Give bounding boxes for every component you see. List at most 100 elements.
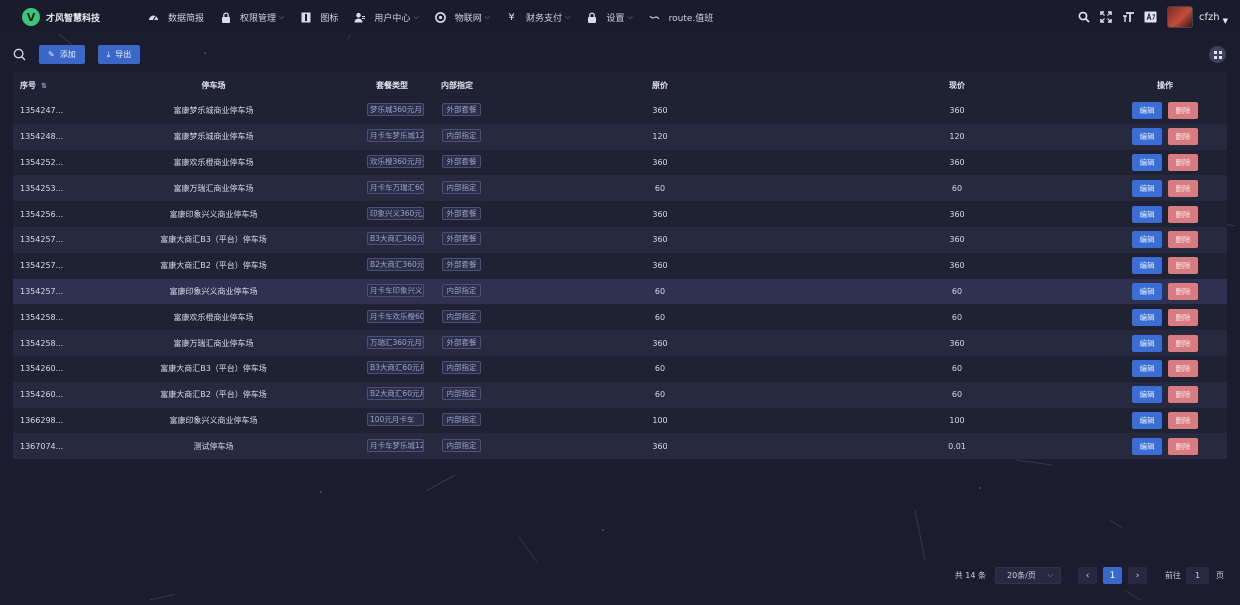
nav-item-settings[interactable]: 设置 ⌵ bbox=[578, 0, 640, 34]
cell-actions: 编辑 删除 bbox=[1103, 179, 1227, 197]
edit-button[interactable]: 编辑 bbox=[1132, 282, 1162, 300]
edit-button[interactable]: 编辑 bbox=[1132, 308, 1162, 326]
edit-button[interactable]: 编辑 bbox=[1132, 386, 1162, 404]
language-icon[interactable] bbox=[1143, 10, 1157, 24]
package-type-tag: 月卡车欢乐橙60 bbox=[367, 309, 424, 323]
designation-tag: 外部套餐 bbox=[442, 154, 481, 168]
delete-button[interactable]: 删除 bbox=[1168, 437, 1198, 455]
fullscreen-icon[interactable] bbox=[1099, 10, 1113, 24]
delete-button[interactable]: 删除 bbox=[1168, 179, 1198, 197]
delete-button[interactable]: 删除 bbox=[1168, 282, 1198, 300]
cell-original-price: 360 bbox=[652, 261, 668, 271]
add-button[interactable]: ✎ 添加 bbox=[39, 45, 85, 64]
nav-item-duty[interactable]: route.值班 bbox=[641, 0, 722, 34]
cell-actions: 编辑 删除 bbox=[1103, 153, 1227, 171]
cell-lot: 富康印象兴义商业停车场 bbox=[169, 286, 258, 296]
edit-button[interactable]: 编辑 bbox=[1132, 334, 1162, 352]
cell-current-price: 360 bbox=[949, 338, 965, 348]
table-row[interactable]: 1354258... 富康欢乐橙商业停车场 月卡车欢乐橙60 内部指定 60 60 编辑 删除 bbox=[13, 304, 1227, 331]
page-size-select[interactable]: 20条/页 ⌵ bbox=[995, 567, 1061, 584]
nav-label: 权限管理 bbox=[240, 13, 277, 24]
table-row[interactable]: 1366298... 富康印象兴义商业停车场 100元月卡车 内部指定 100 100 编辑… bbox=[13, 407, 1227, 434]
delete-button[interactable]: 删除 bbox=[1168, 411, 1198, 429]
cell-lot: 富康欢乐橙商业停车场 bbox=[173, 157, 254, 167]
edit-button[interactable]: 编辑 bbox=[1132, 102, 1162, 120]
table-row[interactable]: 1354247... 富康梦乐城商业停车场 梦乐城360元月卡 外部套餐 360 360 编… bbox=[13, 98, 1227, 124]
table-row[interactable]: 1354256... 富康印象兴义商业停车场 印象兴义360元月卡 外部套餐 360 36… bbox=[13, 201, 1227, 227]
cell-original-price: 360 bbox=[652, 209, 668, 219]
delete-button[interactable]: 删除 bbox=[1168, 128, 1198, 146]
search-toggle-icon[interactable] bbox=[12, 48, 26, 62]
edit-button[interactable]: 编辑 bbox=[1132, 179, 1162, 197]
cell-id: 1354260... bbox=[20, 390, 64, 400]
delete-button[interactable]: 删除 bbox=[1168, 308, 1198, 326]
caret-down-icon[interactable]: ▼ bbox=[1223, 17, 1228, 25]
username[interactable]: cfzh bbox=[1199, 12, 1220, 23]
table-row[interactable]: 1354253... 富康万瑞汇商业停车场 月卡车万瑞汇60 内部指定 60 60 编辑 删除 bbox=[13, 175, 1227, 202]
nav-item-permissions[interactable]: 权限管理 ⌵ bbox=[212, 0, 292, 34]
nav-item-iot[interactable]: 物联网 ⌵ bbox=[427, 0, 498, 34]
table-row[interactable]: 1354260... 富康大商汇B2（平台）停车场 B2大商汇60元月卡 内部指定 60… bbox=[13, 381, 1227, 408]
nav-item-dashboard[interactable]: 数据简报 bbox=[140, 0, 212, 34]
avatar[interactable] bbox=[1167, 6, 1193, 28]
cell-type: B2大商汇60元月卡 bbox=[346, 387, 438, 402]
designation-tag: 内部指定 bbox=[442, 412, 481, 426]
next-page-button[interactable]: › bbox=[1128, 567, 1147, 584]
cell-lot: 富康欢乐橙商业停车场 bbox=[173, 312, 254, 322]
delete-button[interactable]: 删除 bbox=[1168, 360, 1198, 378]
delete-button[interactable]: 删除 bbox=[1168, 205, 1198, 223]
edit-button[interactable]: 编辑 bbox=[1132, 411, 1162, 429]
table-row[interactable]: 1367074... 测试停车场 月卡车梦乐城12 内部指定 360 0.01 编辑 删除 bbox=[13, 433, 1227, 460]
edit-button[interactable]: 编辑 bbox=[1132, 231, 1162, 249]
cell-flag: 内部指定 bbox=[438, 412, 509, 428]
nav-item-icons[interactable]: 图标 bbox=[292, 0, 346, 34]
nav-item-user-center[interactable]: 用户中心 ⌵ bbox=[346, 0, 426, 34]
prev-page-button[interactable]: ‹ bbox=[1078, 567, 1097, 584]
cell-lot: 测试停车场 bbox=[193, 441, 234, 451]
brand-logo[interactable]: V 才风智慧科技 bbox=[22, 8, 140, 26]
cell-original-price: 360 bbox=[652, 235, 668, 245]
cell-flag: 外部套餐 bbox=[438, 258, 509, 273]
delete-button[interactable]: 删除 bbox=[1168, 102, 1198, 120]
table-row[interactable]: 1354248... 富康梦乐城商业停车场 月卡车梦乐城120 内部指定 120 120 编… bbox=[13, 123, 1227, 150]
cell-lot: 富康万瑞汇商业停车场 bbox=[173, 338, 254, 348]
table-row[interactable]: 1354257... 富康大商汇B2（平台）停车场 B2大商汇360元月卡 外部套餐 3… bbox=[13, 252, 1227, 279]
table-row[interactable]: 1354252... 富康欢乐橙商业停车场 欢乐橙360元月卡 外部套餐 360 360 编… bbox=[13, 149, 1227, 176]
search-icon[interactable] bbox=[1077, 10, 1091, 24]
table-body: 1354247... 富康梦乐城商业停车场 梦乐城360元月卡 外部套餐 360 360 编… bbox=[13, 98, 1227, 460]
table-row[interactable]: 1354260... 富康大商汇B3（平台）停车场 B3大商汇60元月卡 内部指定 60… bbox=[13, 355, 1227, 382]
delete-button[interactable]: 删除 bbox=[1168, 231, 1198, 249]
edit-button[interactable]: 编辑 bbox=[1132, 153, 1162, 171]
delete-button[interactable]: 删除 bbox=[1168, 334, 1198, 352]
lock-icon bbox=[586, 11, 597, 23]
edit-button[interactable]: 编辑 bbox=[1132, 437, 1162, 455]
sort-icon[interactable]: ⇅ bbox=[41, 82, 47, 90]
nav-item-finance[interactable]: ¥ 财务支付 ⌵ bbox=[498, 0, 578, 34]
edit-button[interactable]: 编辑 bbox=[1132, 205, 1162, 223]
cell-current-price: 60 bbox=[951, 390, 963, 400]
cell-id: 1354253... bbox=[20, 183, 64, 193]
package-type-tag: 月卡车万瑞汇60 bbox=[367, 180, 424, 194]
edit-button[interactable]: 编辑 bbox=[1132, 360, 1162, 378]
column-settings-icon[interactable] bbox=[1209, 46, 1226, 63]
cell-flag: 内部指定 bbox=[438, 283, 509, 299]
cell-current-price: 360 bbox=[949, 106, 965, 116]
font-size-icon[interactable] bbox=[1121, 10, 1135, 24]
cell-type: B3大商汇60元月卡 bbox=[346, 361, 438, 376]
page-number-button[interactable]: 1 bbox=[1103, 567, 1122, 584]
cell-lot: 富康印象兴义商业停车场 bbox=[169, 209, 258, 219]
header-id[interactable]: 序号 ⇅ bbox=[13, 80, 81, 91]
edit-button[interactable]: 编辑 bbox=[1132, 257, 1162, 275]
delete-button[interactable]: 删除 bbox=[1168, 386, 1198, 404]
jump-page-input[interactable]: 1 bbox=[1186, 567, 1209, 584]
cell-type: 月卡车印象兴义60 bbox=[346, 283, 438, 299]
export-button[interactable]: ⤓ 导出 bbox=[97, 45, 141, 64]
designation-tag: 外部套餐 bbox=[442, 232, 481, 246]
delete-button[interactable]: 删除 bbox=[1168, 153, 1198, 171]
table-row[interactable]: 1354257... 富康大商汇B3（平台）停车场 B3大商汇360元月卡 外部套餐 3… bbox=[13, 226, 1227, 253]
edit-button[interactable]: 编辑 bbox=[1132, 128, 1162, 146]
table-row[interactable]: 1354258... 富康万瑞汇商业停车场 万瑞汇360元月卡 外部套餐 360 360 编… bbox=[13, 330, 1227, 356]
designation-tag: 外部套餐 bbox=[442, 103, 481, 117]
delete-button[interactable]: 删除 bbox=[1168, 257, 1198, 275]
table-row[interactable]: 1354257... 富康印象兴义商业停车场 月卡车印象兴义60 内部指定 60 60 编辑… bbox=[13, 278, 1227, 305]
